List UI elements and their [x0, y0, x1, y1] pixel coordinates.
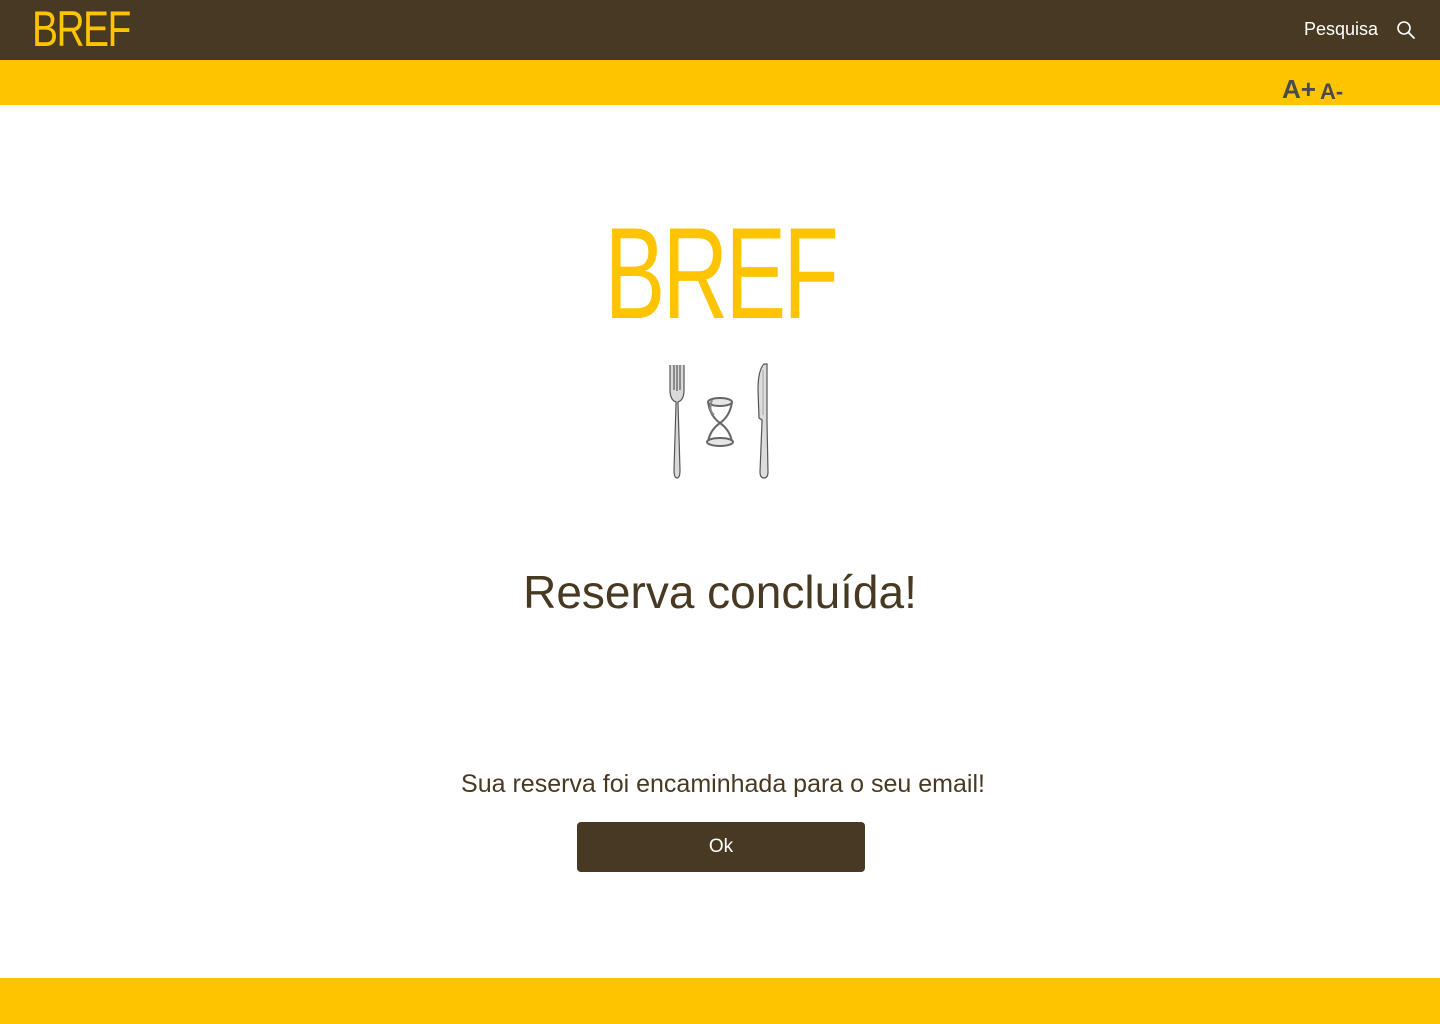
confirmation-message: Sua reserva foi encaminhada para o seu e…	[461, 770, 985, 798]
search-link[interactable]: Pesquisa	[1304, 19, 1378, 40]
hero-logo: BREF	[604, 200, 838, 346]
fork-hourglass-knife-icon	[669, 363, 769, 479]
accessibility-bar	[0, 60, 1440, 105]
ok-button[interactable]: Ok	[577, 822, 865, 872]
footer-bar	[0, 978, 1440, 1024]
fork-icon	[669, 365, 685, 479]
increase-font-button[interactable]: A+	[1282, 74, 1316, 105]
decrease-font-button[interactable]: A-	[1320, 79, 1343, 105]
top-navbar: BREF Pesquisa	[0, 0, 1440, 60]
confirmation-title: Reserva concluída!	[523, 566, 917, 618]
knife-icon	[757, 363, 769, 479]
search-icon[interactable]	[1396, 20, 1416, 40]
brand-logo[interactable]: BREF	[32, 4, 131, 54]
hourglass-icon	[706, 397, 734, 447]
